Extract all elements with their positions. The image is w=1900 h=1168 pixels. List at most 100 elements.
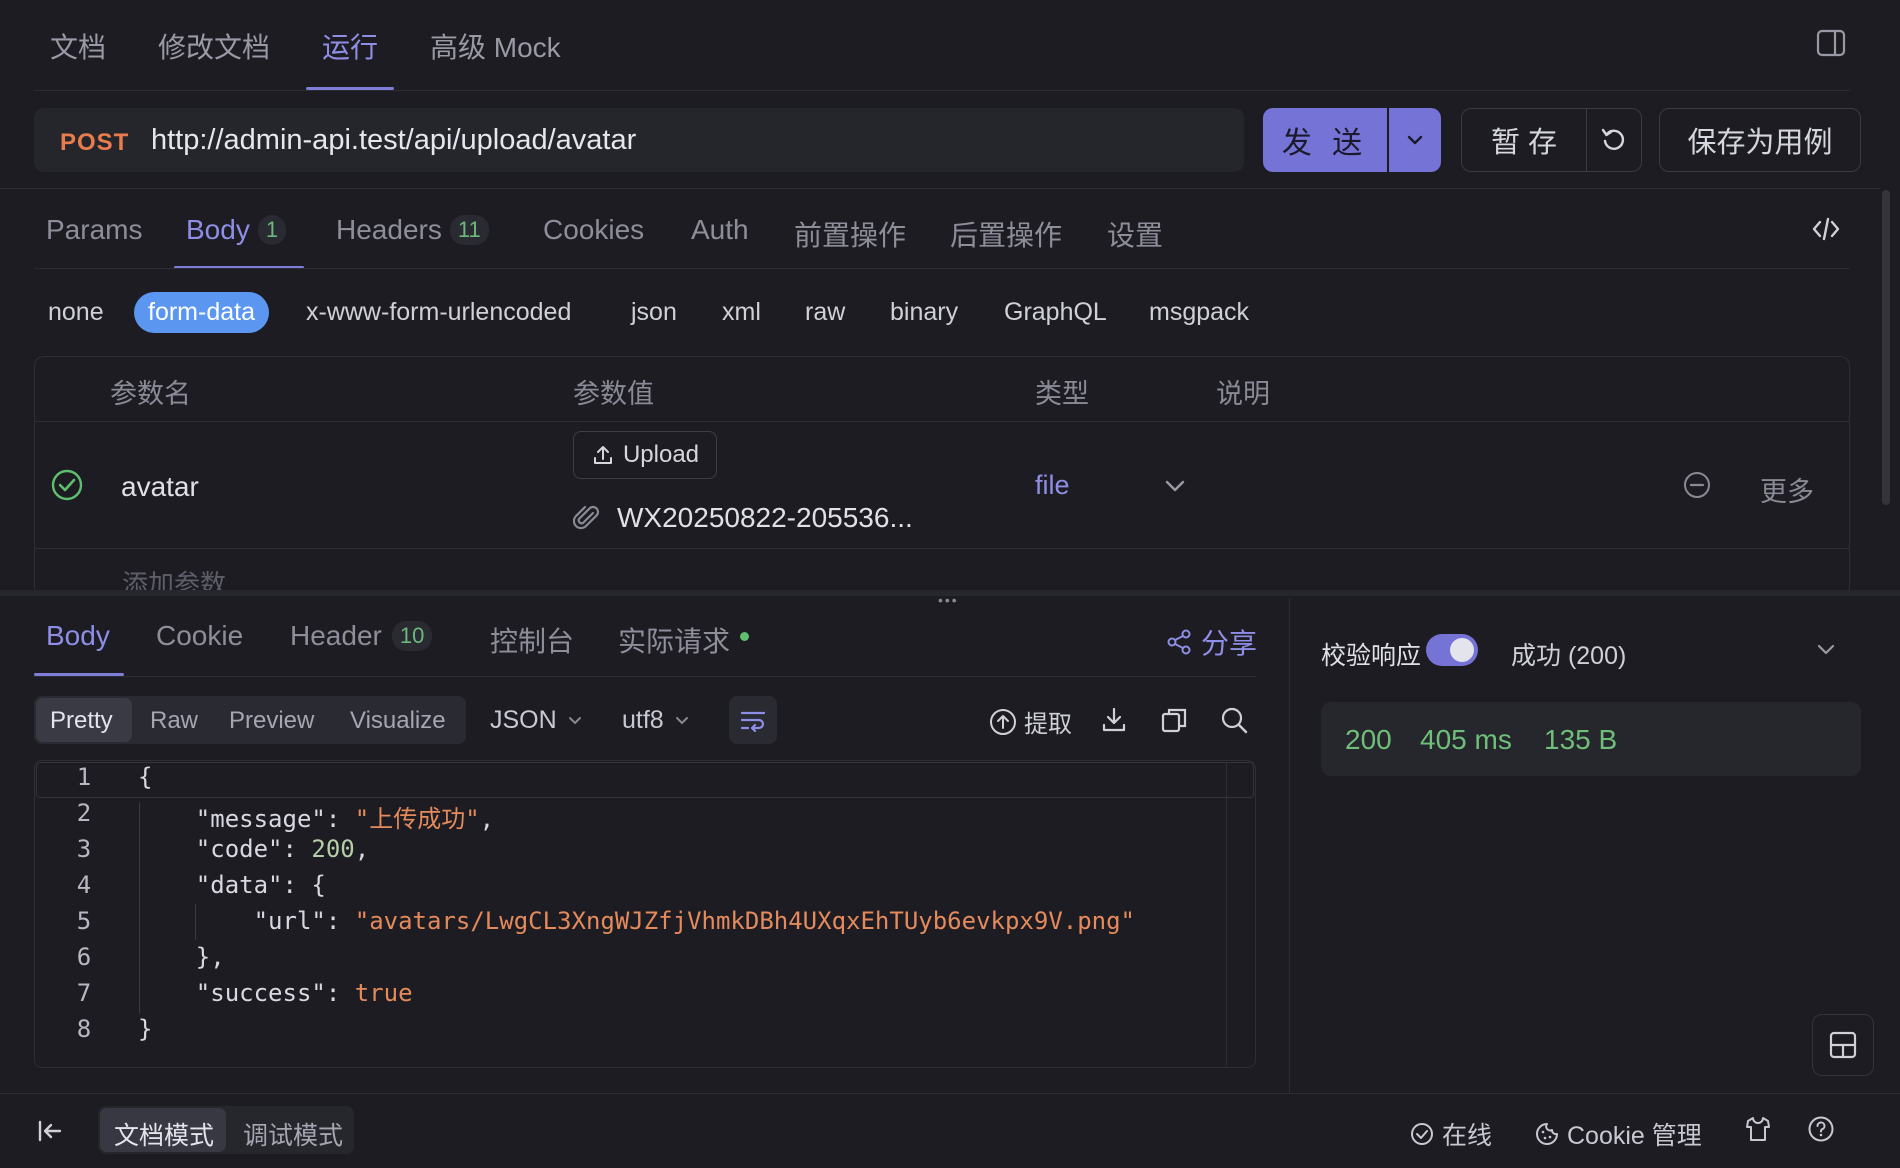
- response-tab-header[interactable]: Header 10: [290, 620, 433, 652]
- format-select[interactable]: JSON: [490, 706, 583, 735]
- online-status[interactable]: 在线: [1410, 1116, 1492, 1152]
- extract-button[interactable]: 提取: [988, 704, 1072, 739]
- layout-toggle-button[interactable]: [1812, 1014, 1874, 1076]
- tab-edit-docs[interactable]: 修改文档: [158, 26, 270, 66]
- chevron-down-icon: [1406, 134, 1424, 146]
- code-icon[interactable]: [1811, 214, 1841, 244]
- status-dot: [740, 631, 750, 641]
- stash-button[interactable]: 暂 存: [1461, 108, 1587, 172]
- type-select[interactable]: file: [1035, 470, 1070, 501]
- count-badge: 1: [257, 215, 287, 245]
- chevron-down-icon[interactable]: [1815, 642, 1837, 656]
- shirt-icon[interactable]: [1744, 1115, 1772, 1143]
- check-circle-icon[interactable]: [50, 468, 84, 502]
- response-time: 405 ms: [1420, 724, 1512, 755]
- upload-button[interactable]: Upload: [573, 431, 717, 479]
- body-type-msgpack[interactable]: msgpack: [1149, 298, 1249, 327]
- save-as-case-button[interactable]: 保存为用例: [1659, 108, 1861, 172]
- cookie-icon: [1535, 1122, 1559, 1146]
- validate-response-toggle[interactable]: [1426, 634, 1478, 666]
- drag-handle-icon[interactable]: •••: [938, 592, 959, 608]
- view-mode-preview[interactable]: Preview: [229, 707, 314, 735]
- tab-pre-ops[interactable]: 前置操作: [794, 214, 906, 254]
- vertical-divider: [1289, 598, 1290, 1093]
- view-mode-raw[interactable]: Raw: [150, 707, 198, 735]
- panel-toggle-icon[interactable]: [1816, 28, 1846, 58]
- wrap-lines-icon: [739, 708, 767, 732]
- divider: [34, 676, 1256, 677]
- view-mode-visualize[interactable]: Visualize: [350, 707, 446, 735]
- check-circle-icon: [1410, 1122, 1434, 1146]
- upload-circle-icon: [988, 707, 1018, 737]
- toggle-knob: [1450, 638, 1474, 662]
- body-type-graphql[interactable]: GraphQL: [1004, 298, 1107, 327]
- divider: [0, 188, 1880, 189]
- tab-advanced-mock[interactable]: 高级 Mock: [430, 26, 561, 66]
- debug-mode-button[interactable]: 调试模式: [243, 1116, 343, 1152]
- tab-params[interactable]: Params: [46, 214, 142, 246]
- code-line: 7 "success": true: [76, 979, 413, 1007]
- share-button[interactable]: 分享: [1165, 622, 1257, 662]
- body-type-urlencoded[interactable]: x-www-form-urlencoded: [306, 298, 571, 327]
- tab-settings[interactable]: 设置: [1107, 214, 1163, 254]
- code-line: 6 },: [76, 943, 225, 971]
- encoding-select[interactable]: utf8: [622, 706, 690, 735]
- code-line: 8 }: [76, 1015, 153, 1043]
- status-code: 200: [1345, 724, 1392, 755]
- response-tab-cookie[interactable]: Cookie: [156, 620, 243, 652]
- reset-icon: [1599, 125, 1629, 155]
- more-button[interactable]: 更多: [1760, 470, 1814, 509]
- column-header-name: 参数名: [110, 379, 191, 409]
- response-status-card: 200 405 ms 135 B: [1321, 702, 1861, 776]
- response-tab-console[interactable]: 控制台: [490, 620, 574, 660]
- divider: [0, 1093, 1900, 1094]
- file-name: WX20250822-205536...: [617, 502, 913, 533]
- tab-cookies[interactable]: Cookies: [543, 214, 644, 246]
- param-name[interactable]: avatar: [121, 471, 199, 503]
- chevron-down-icon: [567, 716, 583, 726]
- tab-docs[interactable]: 文档: [50, 26, 106, 66]
- validate-response-label: 校验响应: [1321, 642, 1422, 670]
- copy-icon[interactable]: [1159, 705, 1189, 735]
- cookie-manager-button[interactable]: Cookie 管理: [1535, 1116, 1702, 1152]
- collapse-sidebar-icon[interactable]: [36, 1118, 64, 1144]
- code-line: 5 "url": "avatars/LwgCL3XngWJZfjVhmkDBh4…: [76, 907, 1136, 935]
- code-line: 2 "message": "上传成功",: [76, 799, 495, 833]
- body-type-form-data[interactable]: form-data: [134, 292, 269, 333]
- code-line: 3 "code": 200,: [76, 835, 370, 863]
- chevron-down-icon[interactable]: [1163, 478, 1187, 494]
- url-bar[interactable]: POST http://admin-api.test/api/upload/av…: [34, 108, 1244, 172]
- download-icon[interactable]: [1099, 705, 1129, 735]
- method-select[interactable]: POST: [60, 129, 129, 157]
- body-type-raw[interactable]: raw: [805, 298, 845, 327]
- tab-post-ops[interactable]: 后置操作: [950, 214, 1062, 254]
- response-tab-body[interactable]: Body: [46, 620, 110, 652]
- body-type-binary[interactable]: binary: [890, 298, 958, 327]
- response-tab-actual-request[interactable]: 实际请求: [618, 620, 750, 660]
- wrap-lines-button[interactable]: [729, 696, 777, 744]
- tab-headers[interactable]: Headers 11: [336, 214, 489, 246]
- scrollbar[interactable]: [1882, 190, 1890, 505]
- send-button[interactable]: 发 送: [1263, 108, 1387, 172]
- code-line: 4 "data": {: [76, 871, 326, 899]
- editor-minimap-divider: [1226, 762, 1227, 1066]
- view-mode-pretty[interactable]: Pretty: [50, 707, 113, 735]
- column-header-value: 参数值: [573, 379, 654, 409]
- body-type-xml[interactable]: xml: [722, 298, 761, 327]
- reset-button[interactable]: [1586, 108, 1642, 172]
- help-icon[interactable]: [1807, 1115, 1835, 1143]
- tab-run[interactable]: 运行: [322, 26, 378, 66]
- body-type-none[interactable]: none: [48, 298, 104, 327]
- remove-icon[interactable]: [1682, 470, 1712, 500]
- doc-mode-button[interactable]: 文档模式: [114, 1116, 214, 1152]
- validation-result-select[interactable]: 成功 (200): [1511, 636, 1626, 672]
- tab-body[interactable]: Body 1: [186, 214, 287, 246]
- url-input[interactable]: http://admin-api.test/api/upload/avatar: [151, 124, 636, 157]
- search-icon[interactable]: [1219, 705, 1249, 735]
- share-icon: [1165, 628, 1193, 656]
- send-dropdown-button[interactable]: [1389, 108, 1441, 172]
- body-type-json[interactable]: json: [631, 298, 677, 327]
- count-badge: 11: [449, 215, 489, 245]
- divider: [34, 268, 1850, 269]
- tab-auth[interactable]: Auth: [691, 214, 749, 246]
